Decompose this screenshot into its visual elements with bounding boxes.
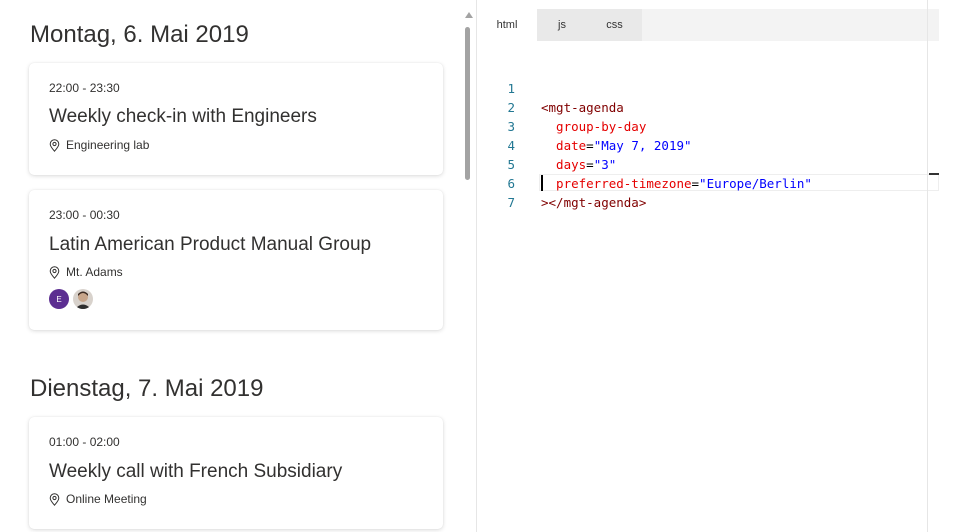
- tab-html[interactable]: html: [477, 9, 537, 41]
- event-time: 01:00 - 02:00: [49, 435, 120, 449]
- event-title: Latin American Product Manual Group: [49, 234, 372, 255]
- day-header: Dienstag, 7. Mai 2019: [30, 375, 264, 402]
- avatar[interactable]: E: [49, 289, 69, 309]
- event-location-text: Mt. Adams: [66, 265, 123, 279]
- event-card[interactable]: 22:00 - 23:30 Weekly check-in with Engin…: [29, 63, 443, 175]
- code-line: 2 group-by-day: [477, 79, 927, 134]
- editor-tabs: html js css: [477, 9, 939, 41]
- code-line: 4 days="3": [477, 117, 927, 172]
- event-location-text: Engineering lab: [66, 138, 150, 152]
- event-location-text: Online Meeting: [66, 492, 147, 506]
- tab-css[interactable]: css: [587, 9, 642, 41]
- event-title: Weekly check-in with Engineers: [49, 106, 317, 127]
- code-editor-pane: html js css 1 <mgt-agenda 2 group-by-day…: [476, 0, 955, 532]
- agenda-scrollbar[interactable]: [462, 0, 476, 532]
- event-card[interactable]: 23:00 - 00:30 Latin American Product Man…: [29, 190, 443, 330]
- code-line: 6 ></mgt-agenda>: [477, 155, 927, 210]
- code-line: 7: [477, 174, 927, 210]
- map-pin-icon: [49, 265, 60, 279]
- map-pin-icon: [49, 138, 60, 152]
- tab-js[interactable]: js: [537, 9, 587, 41]
- event-time: 23:00 - 00:30: [49, 208, 120, 222]
- day-header: Montag, 6. Mai 2019: [30, 21, 249, 48]
- code-line: 3 date="May 7, 2019": [477, 98, 927, 153]
- scrollbar-thumb[interactable]: [465, 27, 470, 180]
- overview-ruler-mark: [929, 173, 939, 175]
- code-line: 1 <mgt-agenda: [477, 60, 927, 115]
- person-photo-icon: [73, 289, 93, 309]
- avatar-photo[interactable]: [73, 289, 93, 309]
- event-location: Online Meeting: [49, 492, 147, 506]
- agenda-panel: Montag, 6. Mai 2019 22:00 - 23:30 Weekly…: [0, 0, 462, 532]
- attendee-list: E: [49, 289, 93, 309]
- event-card[interactable]: 01:00 - 02:00 Weekly call with French Su…: [29, 417, 443, 529]
- editor-right-border: [927, 0, 928, 532]
- text-cursor: [541, 175, 543, 191]
- event-time: 22:00 - 23:30: [49, 81, 120, 95]
- code-line: 5 preferred-timezone="Europe/Berlin": [477, 136, 927, 191]
- event-title: Weekly call with French Subsidiary: [49, 461, 343, 482]
- line-number: 7: [507, 195, 515, 210]
- line-content: ></mgt-agenda>: [541, 193, 646, 212]
- event-location: Engineering lab: [49, 138, 149, 152]
- event-location: Mt. Adams: [49, 265, 123, 279]
- map-pin-icon: [49, 492, 60, 506]
- triangle-up-icon[interactable]: [465, 12, 473, 18]
- code-token: ></mgt-agenda>: [541, 195, 647, 210]
